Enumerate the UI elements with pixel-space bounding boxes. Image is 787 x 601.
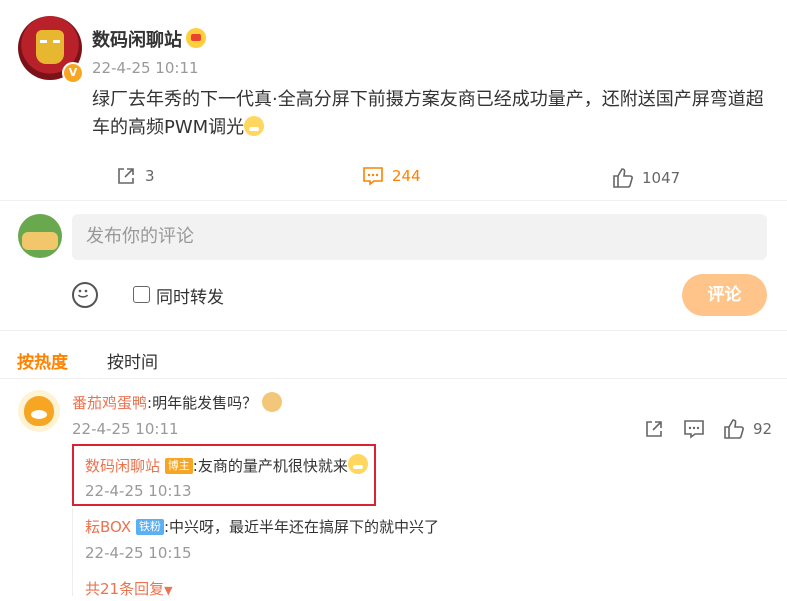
thumbs-up-icon: [723, 418, 745, 440]
post-time[interactable]: 22-4-25 10:11: [92, 59, 199, 77]
comment-button[interactable]: 244: [362, 165, 421, 187]
my-avatar[interactable]: [18, 214, 62, 258]
reply-time: 22-4-25 10:13: [85, 482, 192, 500]
comment-icon: [362, 165, 384, 187]
divider: [0, 378, 787, 379]
author-name[interactable]: 数码闲聊站: [92, 26, 182, 52]
reply-author-name[interactable]: 耘BOX: [85, 518, 131, 536]
comment-text: :明年能发售吗？: [147, 394, 258, 412]
reply-thread-line: [72, 508, 73, 596]
comment-share-button[interactable]: [643, 418, 665, 440]
comment-like-count: 92: [753, 420, 773, 438]
thumbs-up-icon: [612, 167, 634, 189]
repost-label[interactable]: 同时转发: [156, 283, 224, 308]
comment-like-button[interactable]: 92: [723, 418, 772, 440]
reply-line: 耘BOX 铁粉:中兴呀，最近半年还在搞屏下的就中兴了: [85, 516, 439, 537]
tab-sort-hot[interactable]: 按热度: [17, 348, 68, 373]
comment-input[interactable]: 发布你的评论: [72, 214, 767, 260]
reply-text: :中兴呀，最近半年还在搞屏下的就中兴了: [163, 518, 439, 536]
repost-count: 3: [145, 167, 155, 185]
tab-sort-time[interactable]: 按时间: [107, 348, 158, 373]
reply-time: 22-4-25 10:15: [85, 544, 192, 562]
post-content: 绿厂去年秀的下一代真·全高分屏下前摄方案友商已经成功量产，还附送国产屏弯道超车的…: [92, 89, 764, 138]
share-icon: [646, 421, 662, 437]
emoji-picker-icon[interactable]: [72, 282, 98, 308]
comment-line: 番茄鸡蛋鸭:明年能发售吗？: [72, 392, 282, 413]
grin-emoji-icon: [347, 454, 368, 474]
more-replies-link[interactable]: 共21条回复▼: [85, 578, 173, 599]
comment-time: 22-4-25 10:11: [72, 420, 179, 438]
like-count: 1047: [642, 169, 681, 187]
blogger-tag: 博主: [164, 458, 193, 474]
fan-tag: 铁粉: [135, 519, 164, 535]
comment-reply-button[interactable]: [683, 418, 705, 440]
grin-emoji-icon: [244, 116, 265, 136]
reply-line: 数码闲聊站 博主:友商的量产机很快就来: [85, 454, 368, 476]
dog-emoji-icon: [261, 392, 282, 412]
commenter-avatar[interactable]: [18, 390, 60, 432]
repost-checkbox[interactable]: [133, 286, 150, 303]
caret-down-icon: ▼: [164, 584, 173, 597]
divider: [0, 200, 787, 201]
share-icon: [115, 165, 137, 187]
like-button[interactable]: 1047: [612, 167, 680, 189]
member-crown-icon[interactable]: [186, 28, 206, 48]
repost-button[interactable]: 3: [115, 165, 155, 187]
verified-badge-icon: V: [62, 62, 84, 84]
comment-count: 244: [392, 167, 421, 185]
comment-icon: [684, 420, 704, 439]
reply-author-name[interactable]: 数码闲聊站: [85, 457, 160, 475]
divider: [0, 330, 787, 331]
reply-text: :友商的量产机很快就来: [192, 457, 348, 475]
submit-comment-button[interactable]: 评论: [682, 274, 767, 316]
commenter-name[interactable]: 番茄鸡蛋鸭: [72, 394, 147, 412]
